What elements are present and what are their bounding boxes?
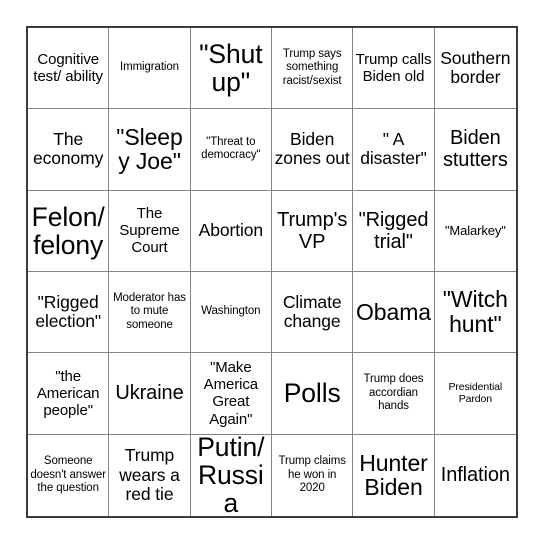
bingo-cell[interactable]: Trump says something racist/sexist <box>272 28 354 110</box>
bingo-cell-label: Immigration <box>120 61 179 74</box>
bingo-cell-label: Obama <box>356 298 431 325</box>
bingo-cell-label: Felon/ felony <box>31 201 105 260</box>
bingo-cell[interactable]: Putin/ Russia <box>190 434 272 516</box>
bingo-cell-label: Trump does accordian hands <box>363 373 424 413</box>
bingo-cell[interactable]: "Shut up" <box>190 28 272 110</box>
bingo-cell[interactable]: Polls <box>272 353 354 435</box>
bingo-card: Cognitive test/ ability Immigration "Shut … <box>26 26 518 518</box>
bingo-cell[interactable]: "Witch hunt" <box>434 272 516 354</box>
bingo-cell[interactable]: "Make America Great Again" <box>190 353 272 435</box>
bingo-cell-label: The economy <box>33 128 104 169</box>
bingo-cell[interactable]: The Supreme Court <box>109 190 191 272</box>
bingo-cell[interactable]: Hunter Biden <box>353 434 435 516</box>
bingo-cell[interactable]: "Sleepy Joe" <box>109 109 191 191</box>
bingo-cell[interactable]: Trump calls Biden old <box>353 28 435 110</box>
bingo-cell-label: Biden zones out <box>274 128 350 169</box>
bingo-cell-label: Climate change <box>282 291 342 332</box>
bingo-cell[interactable]: "the American people" <box>28 353 110 435</box>
bingo-cell-label: Putin/ Russia <box>197 434 265 516</box>
bingo-cell[interactable]: Obama <box>353 272 435 354</box>
bingo-cell-label: Trump's VP <box>277 208 348 253</box>
bingo-cell[interactable]: Ukraine <box>109 353 191 435</box>
bingo-cell[interactable]: Biden zones out <box>272 109 354 191</box>
bingo-cell-label: Inflation <box>440 464 510 487</box>
bingo-cell[interactable]: Trump claims he won in 2020 <box>272 434 354 516</box>
bingo-cell-label: "Rigged election" <box>35 291 101 332</box>
bingo-cell-label: Moderator has to mute someone <box>113 291 186 331</box>
bingo-cell[interactable]: Someone doesn't answer the question <box>28 434 110 516</box>
bingo-cell-label: Cognitive test/ ability <box>33 51 103 86</box>
bingo-cell[interactable]: " A disaster" <box>353 109 435 191</box>
bingo-cell-label: Presidential Pardon <box>448 381 503 406</box>
bingo-cell-label: Trump calls Biden old <box>355 51 432 86</box>
bingo-cell-label: The Supreme Court <box>119 205 180 257</box>
bingo-cell-label: "the American people" <box>36 367 100 420</box>
bingo-cell-label: Trump claims he won in 2020 <box>278 454 346 495</box>
bingo-cell-label: Washington <box>201 305 261 318</box>
bingo-cell-label: Southern border <box>440 47 511 88</box>
bingo-cell[interactable]: Moderator has to mute someone <box>109 272 191 354</box>
bingo-cell[interactable]: Felon/ felony <box>28 190 110 272</box>
bingo-cell-label: " A disaster" <box>360 128 427 169</box>
bingo-cell[interactable]: Abortion <box>190 190 272 272</box>
bingo-cell[interactable]: Biden stutters <box>434 109 516 191</box>
bingo-cell-label: "Threat to democracy" <box>201 135 261 162</box>
bingo-cell[interactable]: "Malarkey" <box>434 190 516 272</box>
bingo-cell[interactable]: Trump wears a red tie <box>109 434 191 516</box>
bingo-cell[interactable]: Washington <box>190 272 272 354</box>
bingo-cell-label: "Sleepy Joe" <box>116 123 183 175</box>
bingo-cell[interactable]: Trump's VP <box>272 190 354 272</box>
bingo-cell-label: Hunter Biden <box>359 449 428 501</box>
bingo-cell-label: Polls <box>283 378 341 409</box>
bingo-cell[interactable]: Cognitive test/ ability <box>28 28 110 110</box>
bingo-cell-label: Trump says something racist/sexist <box>282 47 342 87</box>
bingo-cell-label: "Rigged trial" <box>358 208 429 253</box>
bingo-cell[interactable]: Southern border <box>434 28 516 110</box>
bingo-cell-label: "Shut up" <box>199 39 263 98</box>
bingo-cell-label: Ukraine <box>115 382 184 405</box>
bingo-cell-label: Trump wears a red tie <box>119 444 180 505</box>
bingo-cell[interactable]: Trump does accordian hands <box>353 353 435 435</box>
bingo-cell[interactable]: "Rigged election" <box>28 272 110 354</box>
bingo-cell[interactable]: "Rigged trial" <box>353 190 435 272</box>
bingo-cell[interactable]: Immigration <box>109 28 191 110</box>
bingo-cell-label: "Malarkey" <box>444 223 506 239</box>
bingo-cell-label: Abortion <box>198 220 264 241</box>
bingo-cell[interactable]: Climate change <box>272 272 354 354</box>
bingo-cell-label: "Witch hunt" <box>442 286 508 338</box>
bingo-cell-label: "Make America Great Again" <box>203 359 258 428</box>
bingo-cell-label: Biden stutters <box>442 127 508 172</box>
bingo-cell-label: Someone doesn't answer the question <box>30 454 106 495</box>
bingo-cell[interactable]: Presidential Pardon <box>434 353 516 435</box>
bingo-cell[interactable]: Inflation <box>434 434 516 516</box>
bingo-cell[interactable]: The economy <box>28 109 110 191</box>
bingo-cell[interactable]: "Threat to democracy" <box>190 109 272 191</box>
